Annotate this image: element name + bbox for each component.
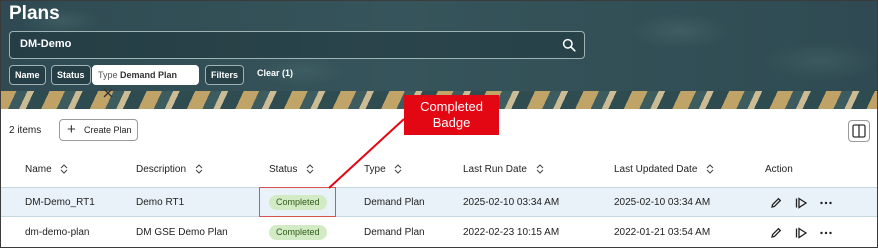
callout-line-1: Completed: [420, 99, 483, 114]
plans-page: Plans DM-Demo Name Status Type Demand Pl…: [0, 0, 878, 248]
callout-line-2: Badge: [432, 115, 471, 130]
completed-badge-callout: Completed Badge: [404, 95, 499, 135]
